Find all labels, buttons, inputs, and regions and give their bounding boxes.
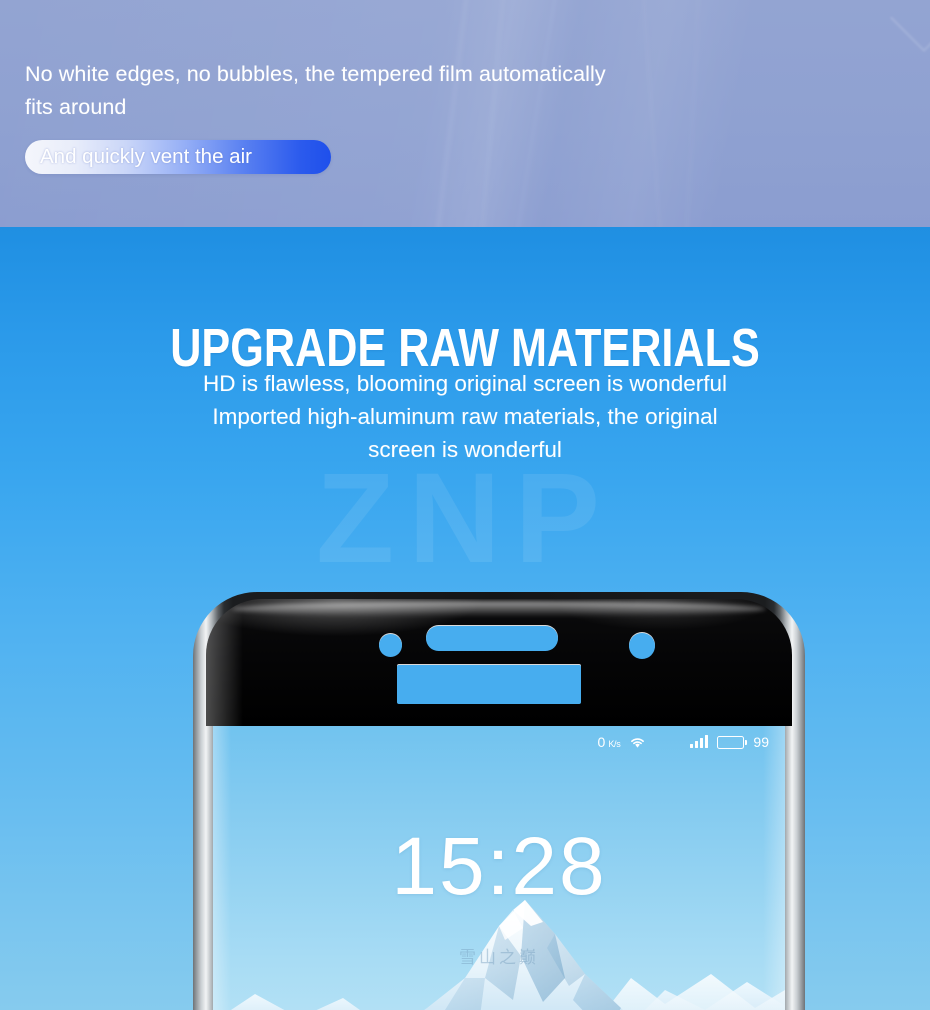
- decorative-chevron: [890, 0, 930, 52]
- battery-icon: [717, 735, 747, 749]
- hero-subtitle-line-2: Imported high-aluminum raw materials, th…: [212, 404, 718, 429]
- front-camera-cutout: [629, 633, 655, 659]
- film-alignment-window: [397, 665, 581, 704]
- network-speed-value: 0: [597, 734, 606, 750]
- earpiece-speaker-cutout: [426, 626, 558, 651]
- proximity-sensor-cutout: [379, 634, 402, 657]
- vent-air-badge: And quickly vent the air: [25, 140, 331, 174]
- phone-mockup: 雪山之巅 0 K/s 99 15:28: [193, 592, 805, 1010]
- product-detail-page: No white edges, no bubbles, the tempered…: [0, 0, 930, 1010]
- hero-subtitle: HD is flawless, blooming original screen…: [0, 367, 930, 466]
- phone-screen[interactable]: 雪山之巅 0 K/s 99 15:28: [213, 726, 785, 1010]
- wifi-icon: [631, 737, 645, 748]
- lockscreen-clock: 15:28: [391, 821, 607, 912]
- battery-percent-label: 99: [753, 734, 769, 750]
- brand-watermark: ZNP: [316, 447, 614, 590]
- top-feature-band: No white edges, no bubbles, the tempered…: [0, 0, 930, 227]
- status-bar: 0 K/s 99: [598, 732, 769, 752]
- decorative-streak: [683, 0, 702, 227]
- wallpaper-caption: 雪山之巅: [459, 948, 539, 967]
- vent-air-badge-label: And quickly vent the air: [40, 144, 252, 168]
- hero-section: ZNP UPGRADE RAW MATERIALS HD is flawless…: [0, 227, 930, 1010]
- decorative-streak: [640, 0, 665, 227]
- signal-bars-icon: [690, 735, 709, 748]
- hero-subtitle-line-3: screen is wonderful: [368, 437, 562, 462]
- network-speed-unit: K/s: [608, 739, 621, 749]
- hero-subtitle-line-1: HD is flawless, blooming original screen…: [203, 371, 727, 396]
- phone-top-bezel: [206, 599, 792, 726]
- network-speed-indicator: 0 K/s: [598, 735, 621, 749]
- feature-paragraph: No white edges, no bubbles, the tempered…: [25, 61, 606, 119]
